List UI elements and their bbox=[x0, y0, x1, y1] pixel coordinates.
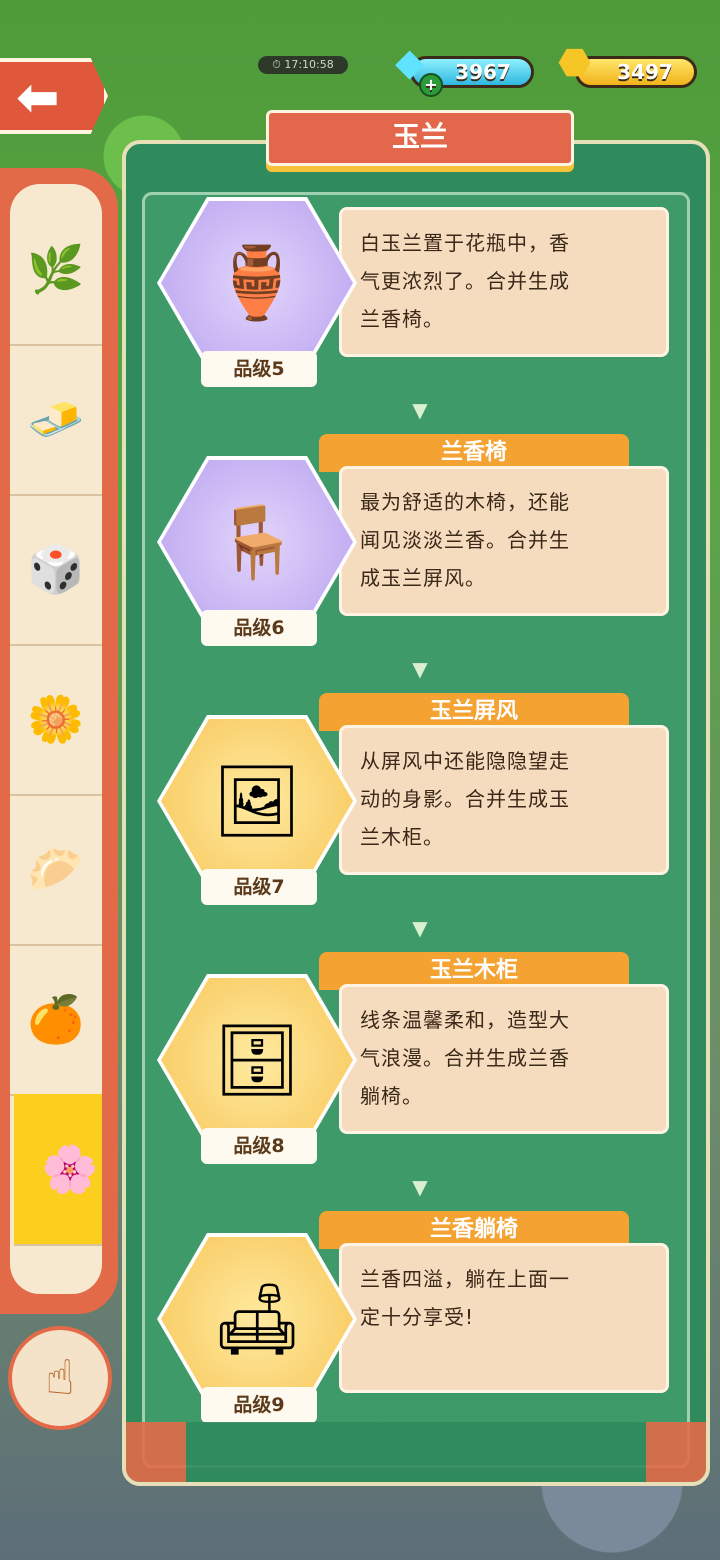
sidebar-item-tofu[interactable]: 🧈 bbox=[10, 344, 102, 496]
back-button[interactable]: ⬅ bbox=[0, 58, 108, 134]
item-image-frame: 🛋 bbox=[157, 1233, 357, 1405]
sidebar-item-branch[interactable]: 🌿 bbox=[10, 194, 102, 346]
gem-counter[interactable]: ◆ + 3967 bbox=[395, 43, 534, 97]
sidebar-item-dice[interactable]: 🎲 bbox=[10, 494, 102, 646]
grade-badge: 品级7 bbox=[201, 869, 317, 905]
timer-value: 17:10:58 bbox=[284, 58, 334, 71]
add-gems-icon[interactable]: + bbox=[419, 73, 443, 97]
panel-footer bbox=[126, 1422, 706, 1482]
grade-badge: 品级6 bbox=[201, 610, 317, 646]
dice-icon: 🎲 bbox=[27, 541, 85, 596]
item-image: 🗄 bbox=[161, 978, 353, 1142]
item-image-frame: 🗄 bbox=[157, 974, 357, 1146]
flower-sprig-icon: 🌼 bbox=[27, 691, 85, 746]
description-line: 动的身影。合并生成玉 bbox=[360, 787, 570, 811]
description-line: 闻见淡淡兰香。合并生 bbox=[360, 528, 570, 552]
item-card[interactable]: 玉兰屏风 从屏风中还能隐隐望走 动的身影。合并生成玉 兰木柜。 🖼 品级7 bbox=[145, 693, 687, 943]
back-arrow-icon: ⬅ bbox=[16, 68, 60, 128]
description-line: 从屏风中还能隐隐望走 bbox=[360, 749, 570, 773]
sidebar-item-flower-sprig[interactable]: 🌼 bbox=[10, 644, 102, 796]
description-line: 气浪漫。合并生成兰香 bbox=[360, 1046, 570, 1070]
branch-icon: 🌿 bbox=[27, 241, 85, 296]
sidebar-list[interactable]: 🌿 🧈 🎲 🌼 🥟 🍊 🌸 bbox=[10, 184, 102, 1294]
item-description: 兰香四溢，躺在上面一 定十分享受! bbox=[339, 1243, 669, 1393]
description-line: 兰香椅。 bbox=[360, 307, 444, 331]
item-description: 最为舒适的木椅，还能 闻见淡淡兰香。合并生 成玉兰屏风。 bbox=[339, 466, 669, 616]
description-line: 兰香四溢，躺在上面一 bbox=[360, 1267, 570, 1291]
description-line: 白玉兰置于花瓶中，香 bbox=[360, 231, 570, 255]
description-line: 气更浓烈了。合并生成 bbox=[360, 269, 570, 293]
sidebar-item-dumpling[interactable]: 🥟 bbox=[10, 794, 102, 946]
item-description: 线条温馨柔和，造型大 气浪漫。合并生成兰香 躺椅。 bbox=[339, 984, 669, 1134]
description-line: 定十分享受! bbox=[360, 1305, 475, 1329]
gold-ingot-icon: ⬣ bbox=[558, 40, 592, 84]
item-image: 🏺 bbox=[161, 201, 353, 365]
chevron-down-icon: ▼ bbox=[412, 916, 428, 940]
gold-count: 3497 bbox=[617, 60, 673, 84]
gem-count: 3967 bbox=[455, 60, 511, 84]
item-description: 白玉兰置于花瓶中，香 气更浓烈了。合并生成 兰香椅。 bbox=[339, 207, 669, 357]
item-card[interactable]: 白玉兰置于花瓶中，香 气更浓烈了。合并生成 兰香椅。 🏺 品级5 bbox=[145, 195, 687, 425]
category-sidebar: 🌿 🧈 🎲 🌼 🥟 🍊 🌸 bbox=[0, 168, 118, 1314]
hint-button[interactable]: ☝ bbox=[8, 1326, 112, 1430]
grade-badge: 品级5 bbox=[201, 351, 317, 387]
diamond-icon: ◆ bbox=[395, 40, 425, 84]
chevron-down-icon: ▼ bbox=[412, 657, 428, 681]
item-chain-list[interactable]: 白玉兰置于花瓶中，香 气更浓烈了。合并生成 兰香椅。 🏺 品级5 ▼ 兰香椅 最为舒适的木椅，… bbox=[142, 192, 690, 1468]
collection-panel: 白玉兰置于花瓶中，香 气更浓烈了。合并生成 兰香椅。 🏺 品级5 ▼ 兰香椅 最为舒适的木椅，… bbox=[122, 140, 710, 1486]
item-card[interactable]: 兰香椅 最为舒适的木椅，还能 闻见淡淡兰香。合并生 成玉兰屏风。 🪑 品级6 bbox=[145, 434, 687, 684]
orange-tree-icon: 🍊 bbox=[27, 991, 85, 1046]
description-line: 躺椅。 bbox=[360, 1084, 423, 1108]
pointing-hand-icon: ☝ bbox=[45, 1350, 75, 1406]
item-description: 从屏风中还能隐隐望走 动的身影。合并生成玉 兰木柜。 bbox=[339, 725, 669, 875]
item-card[interactable]: 玉兰木柜 线条温馨柔和，造型大 气浪漫。合并生成兰香 躺椅。 🗄 品级8 bbox=[145, 952, 687, 1202]
magnolia-icon: 🌸 bbox=[41, 1141, 99, 1196]
grade-badge: 品级9 bbox=[201, 1387, 317, 1423]
timer-label: ⏱ 17:10:58 bbox=[258, 56, 348, 74]
sidebar-item-magnolia[interactable]: 🌸 bbox=[14, 1094, 102, 1246]
item-image-frame: 🪑 bbox=[157, 456, 357, 628]
item-image-frame: 🖼 bbox=[157, 715, 357, 887]
dumpling-icon: 🥟 bbox=[27, 841, 85, 896]
chevron-down-icon: ▼ bbox=[412, 1175, 428, 1199]
grade-badge: 品级8 bbox=[201, 1128, 317, 1164]
item-image: 🖼 bbox=[161, 719, 353, 883]
description-line: 线条温馨柔和，造型大 bbox=[360, 1008, 570, 1032]
chevron-down-icon: ▼ bbox=[412, 398, 428, 422]
sidebar-item-orange-tree[interactable]: 🍊 bbox=[10, 944, 102, 1096]
description-line: 兰木柜。 bbox=[360, 825, 444, 849]
item-image: 🛋 bbox=[161, 1237, 353, 1401]
item-image-frame: 🏺 bbox=[157, 197, 357, 369]
gold-counter: ⬣ 3497 bbox=[558, 43, 697, 88]
item-image: 🪑 bbox=[161, 460, 353, 624]
description-line: 最为舒适的木椅，还能 bbox=[360, 490, 570, 514]
description-line: 成玉兰屏风。 bbox=[360, 566, 486, 590]
page-title: 玉兰 bbox=[266, 110, 574, 166]
tofu-icon: 🧈 bbox=[27, 391, 85, 446]
